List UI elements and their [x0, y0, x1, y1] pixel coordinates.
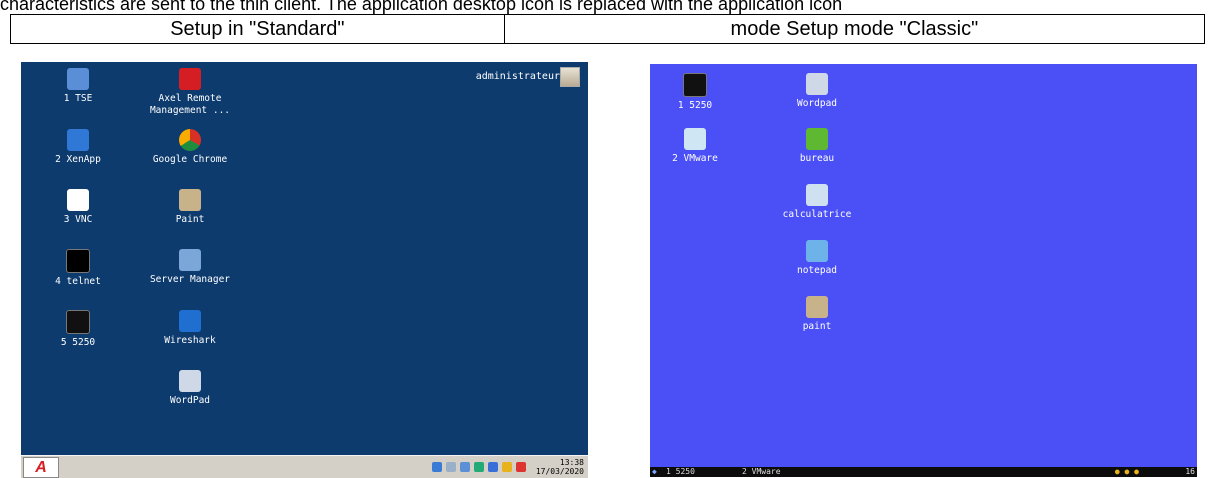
desktop-icon-5250[interactable]: 1 5250 — [650, 73, 750, 112]
5250-terminal-icon — [66, 310, 90, 334]
desktop-icon-chrome[interactable]: Google Chrome — [135, 129, 245, 166]
desktop-icon-telnet[interactable]: 4 telnet — [23, 249, 133, 288]
desktop-icon-bureau[interactable]: bureau — [762, 128, 872, 165]
folder-icon — [806, 128, 828, 150]
vnc-icon — [67, 189, 89, 211]
desktop-icon-wireshark[interactable]: Wireshark — [135, 310, 245, 347]
comparison-table: Setup in "Standard" mode Setup mode "Cla… — [10, 14, 1206, 44]
usb-icon[interactable] — [473, 462, 484, 472]
calculator-icon[interactable] — [445, 462, 456, 472]
terminal-icon — [66, 249, 90, 273]
desktop-icon-paint[interactable]: paint — [762, 296, 872, 333]
desktop-icon-wordpad[interactable]: WordPad — [135, 370, 245, 407]
key-icon[interactable] — [501, 462, 512, 472]
start-button[interactable]: A — [23, 457, 59, 478]
desktop-icon-axel-remote[interactable]: Axel Remote Management ... — [135, 68, 245, 117]
vmware-icon — [684, 128, 706, 150]
wordpad-icon — [179, 370, 201, 392]
help-icon[interactable] — [487, 462, 498, 472]
header-standard: Setup in "Standard" — [10, 14, 505, 44]
notepad-icon — [806, 240, 828, 262]
paint-icon — [179, 189, 201, 211]
desktop-icon-notepad[interactable]: notepad — [762, 240, 872, 277]
classic-desktop-screenshot: 1 5250 2 VMware Wordpad bureau calculatr… — [650, 64, 1197, 477]
tray-icons[interactable]: ● ● ● — [1115, 467, 1139, 477]
desktop-icon-tse[interactable]: 1 TSE — [23, 68, 133, 105]
wordpad-icon — [806, 73, 828, 95]
taskbar-item-5250[interactable]: 1 5250 — [666, 467, 695, 477]
xenapp-icon — [67, 129, 89, 151]
5250-terminal-icon — [683, 73, 707, 97]
desktop-icon-xenapp[interactable]: 2 XenApp — [23, 129, 133, 166]
start-icon[interactable]: ◆ — [652, 467, 657, 477]
header-classic: mode Setup mode "Classic" — [503, 14, 1206, 44]
wireshark-icon — [179, 310, 201, 332]
system-tray: 13:38 17/03/2020 — [431, 458, 584, 476]
taskbar: A 13:38 17/03/2020 — [21, 455, 588, 478]
classic-taskbar: ◆ 1 5250 2 VMware ● ● ● 16 — [650, 467, 1197, 477]
settings-icon[interactable] — [459, 462, 470, 472]
calculator-icon — [806, 184, 828, 206]
server-icon — [179, 249, 201, 271]
desktop-icon-vmware[interactable]: 2 VMware — [650, 128, 750, 165]
clock: 16 — [1185, 467, 1195, 476]
chrome-icon — [179, 129, 201, 151]
avatar[interactable] — [560, 67, 580, 87]
computer-icon — [67, 68, 89, 90]
power-icon[interactable] — [515, 462, 526, 472]
taskbar-item-vmware[interactable]: 2 VMware — [742, 467, 781, 477]
desktop-icon-wordpad[interactable]: Wordpad — [762, 73, 872, 110]
desktop-icon-5250[interactable]: 5 5250 — [23, 310, 133, 349]
network-icon[interactable] — [431, 462, 442, 472]
desktop-icon-paint[interactable]: Paint — [135, 189, 245, 226]
user-name: administrateur — [475, 71, 560, 82]
clock: 13:38 17/03/2020 — [535, 458, 584, 476]
paint-icon — [806, 296, 828, 318]
desktop-icon-vnc[interactable]: 3 VNC — [23, 189, 133, 226]
axel-remote-icon — [179, 68, 201, 90]
desktop-icon-server-manager[interactable]: Server Manager — [135, 249, 245, 286]
desktop-icon-calculatrice[interactable]: calculatrice — [762, 184, 872, 221]
standard-desktop-screenshot: 1 TSE 2 XenApp 3 VNC 4 telnet 5 5250 Axe… — [21, 62, 588, 478]
